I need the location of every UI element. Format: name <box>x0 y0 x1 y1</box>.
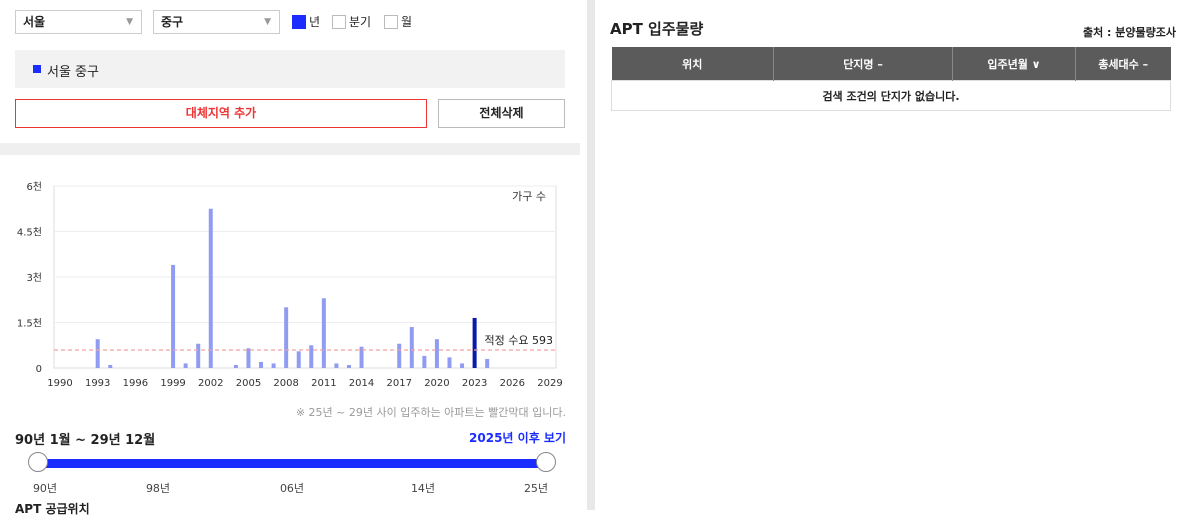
column-total-units[interactable]: 총세대수 – <box>1075 47 1171 81</box>
bar <box>284 307 289 368</box>
checkbox-year-label: 년 <box>309 15 321 29</box>
checkbox-month[interactable] <box>384 14 398 29</box>
series-label: 가구 수 <box>512 190 546 203</box>
column-location[interactable]: 위치 <box>611 47 775 81</box>
y-tick-label: 4.5천 <box>17 227 42 239</box>
x-tick-label: 2023 <box>462 378 487 389</box>
bar <box>321 298 326 368</box>
reference-line-label: 적정 수요 593 <box>485 334 553 347</box>
bar <box>460 363 465 368</box>
x-tick-label: 2029 <box>537 378 562 389</box>
panel-divider <box>587 0 595 510</box>
range-tick: 06년 <box>279 482 305 495</box>
period-label: 90년 1월 ~ 29년 12월 <box>15 433 156 448</box>
range-tick: 14년 <box>410 482 436 495</box>
bar <box>95 339 100 368</box>
checkbox-quarter[interactable] <box>332 14 346 29</box>
bar <box>472 317 477 368</box>
bar <box>171 264 176 368</box>
bar <box>434 339 439 368</box>
bar <box>422 355 427 368</box>
move-in-title: APT 입주물량 <box>610 20 704 38</box>
bar <box>397 343 402 368</box>
selected-region: 서울 중구 <box>15 50 565 88</box>
district-select[interactable]: 중구 ▼ <box>153 10 280 34</box>
x-tick-label: 1996 <box>123 378 148 389</box>
x-tick-label: 2026 <box>500 378 525 389</box>
x-tick-label: 2008 <box>273 378 298 389</box>
x-tick-label: 1990 <box>47 378 72 389</box>
bar <box>183 363 188 368</box>
bar <box>485 358 490 368</box>
period-option-quarter[interactable]: 분기 <box>332 13 371 30</box>
x-tick-label: 2017 <box>387 378 412 389</box>
x-tick-label: 2020 <box>424 378 449 389</box>
range-tick: 90년 <box>32 482 58 495</box>
bar <box>196 343 201 368</box>
district-select-value: 중구 <box>161 15 184 29</box>
x-tick-label: 2002 <box>198 378 223 389</box>
bar <box>271 363 276 368</box>
chevron-down-icon: ▼ <box>264 17 271 27</box>
bar <box>108 364 113 368</box>
checkbox-month-label: 월 <box>401 15 413 29</box>
table-row: 검색 조건의 단지가 없습니다. <box>611 80 1171 111</box>
range-tick: 25년 <box>523 482 549 495</box>
data-source: 출처 : 분양물량조사 <box>1082 26 1176 39</box>
checkbox-year[interactable] <box>292 14 306 29</box>
city-select[interactable]: 서울 ▼ <box>15 10 142 34</box>
range-slider-end-handle[interactable] <box>536 452 556 472</box>
right-panel: APT 입주물량 출처 : 분양물량조사 위치 단지명 – 입주년월 ∨ 총세대… <box>596 0 1186 510</box>
bar <box>246 348 251 368</box>
checkbox-quarter-label: 분기 <box>349 15 372 29</box>
x-tick-label: 2014 <box>349 378 374 389</box>
supply-bar-chart: 0 1.5천 3천 4.5천 6천 1990 1993 1996 1999 2002 2005 200… <box>17 181 563 389</box>
range-tick: 98년 <box>145 482 171 495</box>
supply-location-heading: APT 공급위치 <box>15 502 90 516</box>
x-tick-label: 1993 <box>85 378 110 389</box>
y-tick-label: 6천 <box>26 181 42 193</box>
column-move-in-date[interactable]: 입주년월 ∨ <box>952 47 1076 81</box>
delete-all-button[interactable]: 전체삭제 <box>438 99 565 128</box>
bar <box>233 364 238 368</box>
bar <box>259 361 264 368</box>
move-in-table: 위치 단지명 – 입주년월 ∨ 총세대수 – 검색 조건의 단지가 없습니다. <box>611 47 1171 111</box>
bar <box>334 363 339 368</box>
region-color-swatch <box>33 65 41 73</box>
chart-note: ※ 25년 ~ 29년 사이 입주하는 아파트는 빨간막대 입니다. <box>295 406 566 419</box>
bar <box>346 364 351 368</box>
bar <box>296 351 301 368</box>
y-tick-label: 1.5천 <box>17 318 42 330</box>
period-option-year[interactable]: 년 <box>292 13 320 30</box>
after-2025-link[interactable]: 2025년 이후 보기 <box>469 429 566 446</box>
left-panel: 서울 ▼ 중구 ▼ 년 분기 월 서울 중구 대체지역 추가 전체삭제 0 1.5… <box>0 0 580 516</box>
y-tick-label: 3천 <box>26 272 42 284</box>
empty-message: 검색 조건의 단지가 없습니다. <box>611 80 1171 111</box>
range-slider-track[interactable] <box>38 459 546 468</box>
section-divider <box>0 143 580 155</box>
bar <box>208 208 213 368</box>
bar <box>309 345 314 368</box>
region-label: 서울 중구 <box>47 65 99 80</box>
y-tick-label: 0 <box>36 364 42 375</box>
x-tick-label: 2011 <box>311 378 336 389</box>
bar <box>447 357 452 368</box>
add-region-button[interactable]: 대체지역 추가 <box>15 99 427 128</box>
bar <box>409 327 414 368</box>
city-select-value: 서울 <box>23 15 46 29</box>
x-tick-label: 2005 <box>236 378 261 389</box>
x-tick-label: 1999 <box>160 378 185 389</box>
column-complex-name[interactable]: 단지명 – <box>773 47 953 81</box>
chevron-down-icon: ▼ <box>126 17 133 27</box>
period-option-month[interactable]: 월 <box>384 13 412 30</box>
range-slider-start-handle[interactable] <box>28 452 48 472</box>
